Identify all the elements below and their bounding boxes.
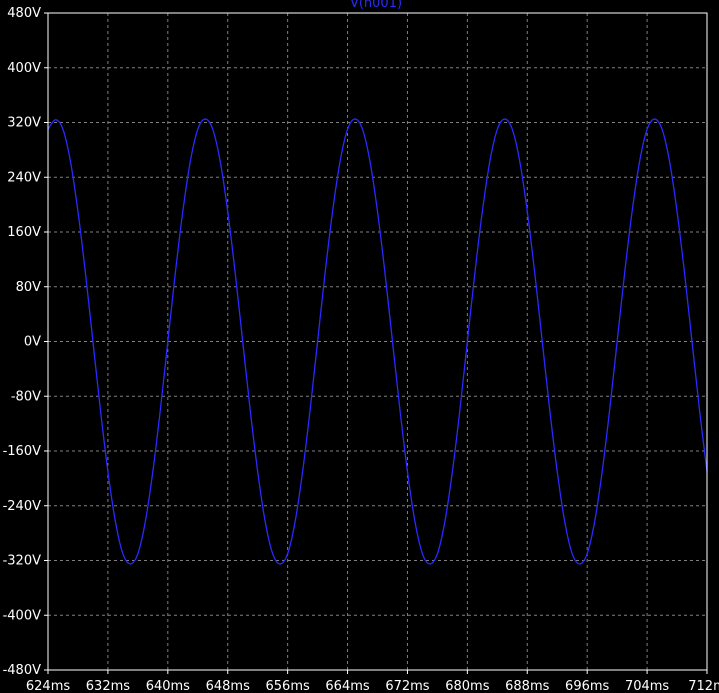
- y-tick-label: 80V: [16, 280, 42, 295]
- x-tick-label: 688ms: [505, 679, 549, 693]
- x-tick-label: 640ms: [146, 679, 190, 693]
- x-tick-label: 704ms: [625, 679, 669, 693]
- y-tick-label: -240V: [3, 499, 42, 514]
- y-tick-label: 240V: [7, 170, 41, 185]
- y-tick-label: 320V: [7, 116, 41, 131]
- x-tick-label: 624ms: [26, 679, 70, 693]
- x-tick-label: 656ms: [266, 679, 310, 693]
- x-tick-label: 696ms: [565, 679, 609, 693]
- trace-label[interactable]: V(n001): [350, 0, 402, 11]
- y-tick-label: -480V: [3, 663, 42, 678]
- x-tick-label: 648ms: [206, 679, 250, 693]
- y-tick-label: 480V: [7, 6, 41, 21]
- y-tick-label: -400V: [3, 608, 42, 623]
- y-tick-label: 400V: [7, 61, 41, 76]
- waveform-plot: 480V 400V 320V 240V 160V 80V 0V -80V -160V -240V -…: [0, 0, 719, 693]
- y-tick-label: 0V: [24, 335, 41, 350]
- x-tick-label: 680ms: [445, 679, 489, 693]
- y-tick-label: -80V: [11, 389, 41, 404]
- y-tick-label: -160V: [3, 444, 42, 459]
- x-tick-label: 664ms: [325, 679, 369, 693]
- y-tick-label: 160V: [7, 225, 41, 240]
- x-tick-label: 632ms: [86, 679, 130, 693]
- x-tick-label: 672ms: [385, 679, 429, 693]
- y-tick-label: -320V: [3, 554, 42, 569]
- x-tick-label: 712m: [688, 679, 719, 693]
